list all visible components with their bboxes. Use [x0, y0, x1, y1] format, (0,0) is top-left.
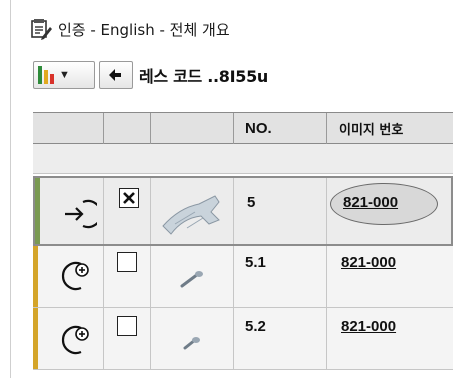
column-divider	[233, 178, 234, 244]
image-number-link[interactable]: 821-000	[341, 318, 396, 335]
image-number-link[interactable]: 821-000	[343, 194, 398, 211]
checkbox-x-mark	[123, 192, 135, 204]
window-titlebar: 인증 - English - 전체 개요	[30, 16, 230, 42]
table-header: NO. 이미지 번호	[33, 112, 453, 144]
column-divider	[150, 246, 151, 307]
column-divider	[150, 308, 151, 369]
chart-bar-green	[38, 66, 42, 84]
chevron-down-icon: ▼	[59, 69, 70, 81]
column-divider	[233, 308, 234, 369]
column-divider	[326, 178, 327, 244]
row-checkbox[interactable]	[119, 188, 139, 208]
part-thumbnail	[180, 271, 203, 288]
part-thumbnail	[162, 195, 220, 235]
status-stripe	[33, 308, 38, 369]
row-checkbox[interactable]	[117, 316, 137, 336]
window-frame-edge	[10, 0, 11, 378]
item-number: 5.1	[245, 254, 266, 271]
column-header-image-no[interactable]: 이미지 번호	[339, 113, 403, 144]
image-number-link[interactable]: 821-000	[341, 254, 396, 271]
chart-bar-red	[50, 74, 54, 84]
back-arrow-icon	[109, 69, 121, 81]
column-divider	[326, 308, 327, 369]
column-divider	[150, 178, 151, 244]
column-header-no[interactable]: NO.	[245, 113, 272, 144]
column-divider	[103, 178, 104, 244]
table-row[interactable]: 5.2 821-000	[33, 308, 453, 370]
bar-chart-icon	[38, 66, 54, 84]
column-divider	[326, 246, 327, 307]
add-circle-icon[interactable]	[55, 320, 95, 360]
table-row[interactable]: 5.1 821-000	[33, 246, 453, 308]
status-stripe	[33, 246, 38, 307]
column-divider	[233, 246, 234, 307]
toolbar: ▼ 레스 코드 ..8I55u	[33, 60, 268, 90]
column-divider	[103, 246, 104, 307]
part-thumbnail	[183, 337, 200, 350]
column-divider	[150, 113, 151, 144]
parts-table: NO. 이미지 번호 5 821-000 5.1 821-000 5.2 821…	[33, 112, 453, 370]
column-divider	[233, 113, 234, 144]
chart-bar-yellow	[44, 70, 48, 84]
table-row[interactable]: 5 821-000	[33, 176, 453, 246]
row-checkbox[interactable]	[117, 252, 137, 272]
enter-icon[interactable]	[57, 194, 97, 234]
column-divider	[326, 113, 327, 144]
item-number: 5	[247, 194, 256, 211]
item-number: 5.2	[245, 318, 266, 335]
document-edit-icon	[31, 19, 52, 40]
code-label: 레스 코드 ..8I55u	[139, 67, 269, 86]
column-divider	[103, 113, 104, 144]
back-button[interactable]	[99, 61, 133, 89]
filter-row[interactable]	[33, 144, 453, 174]
chart-view-dropdown[interactable]: ▼	[33, 61, 95, 89]
add-circle-icon[interactable]	[55, 256, 95, 296]
column-divider	[103, 308, 104, 369]
status-stripe	[35, 178, 40, 244]
window-title: 인증 - English - 전체 개요	[58, 20, 230, 39]
